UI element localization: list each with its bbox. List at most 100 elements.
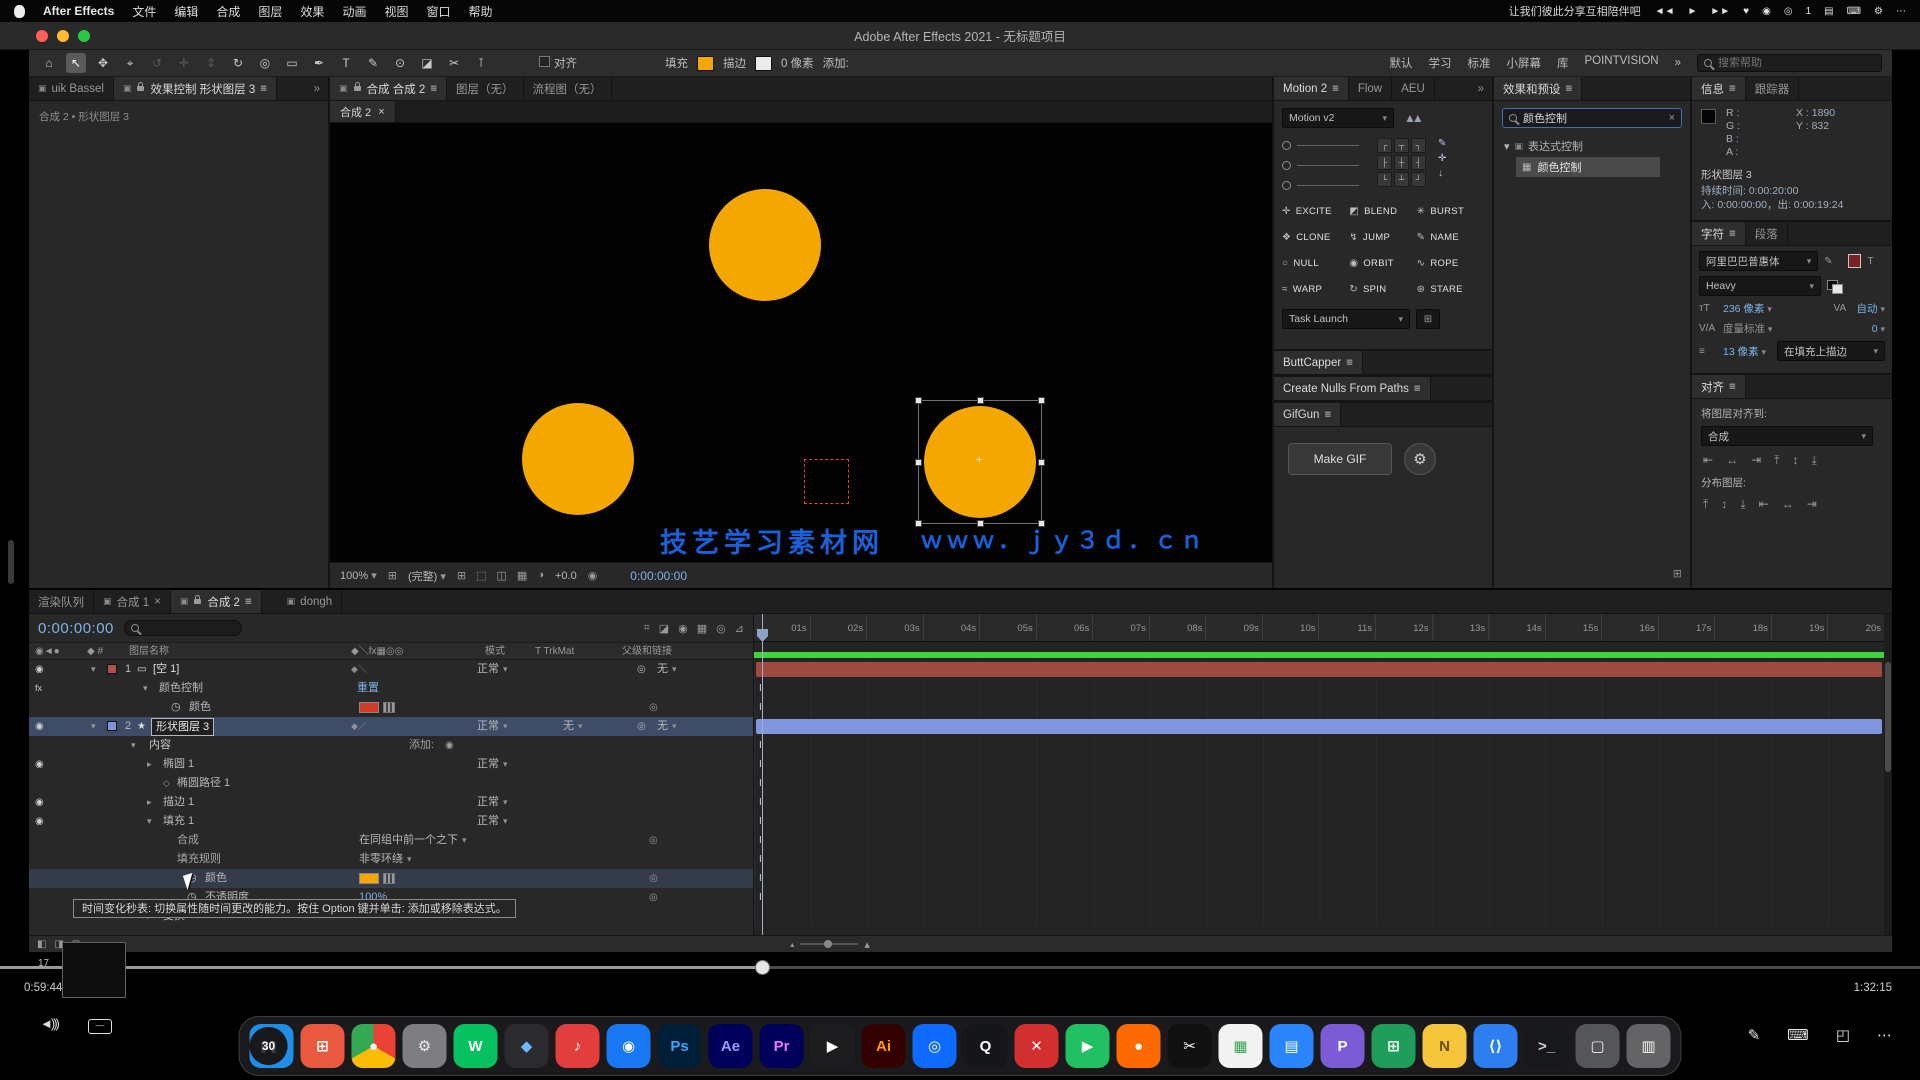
parent-select[interactable]: 无▾	[657, 717, 677, 736]
dock-wechat[interactable]: W	[454, 1024, 498, 1068]
viewer-timecode[interactable]: 0:00:00:00	[630, 569, 687, 583]
roto-brush-tool[interactable]: ✂	[444, 53, 464, 73]
dist-left-icon[interactable]: ⇤	[1759, 497, 1769, 512]
stroke-color-swatch[interactable]	[755, 56, 772, 71]
dock-photoshop[interactable]: Ps	[658, 1024, 702, 1068]
menubar-menu-item[interactable]: 文件	[132, 3, 156, 20]
align-right-icon[interactable]: ⇥	[1751, 453, 1761, 468]
dock-orange-app[interactable]: ●	[1117, 1024, 1161, 1068]
tab-render-queue[interactable]: 渲染队列	[29, 590, 94, 613]
layer-row-shape3[interactable]: ◉ ▾ 2 ★ 形状图层 3 ◆／ 正常▾ 无▾ ◎ 无▾	[29, 717, 753, 736]
dist-top-icon[interactable]: ⤒	[1703, 497, 1708, 512]
layer-name-edit[interactable]: 形状图层 3	[151, 718, 214, 736]
panel-menu-icon[interactable]: ≡	[1566, 83, 1573, 95]
timeline-search-input[interactable]	[144, 621, 234, 636]
timeline-search-box[interactable]	[124, 620, 242, 636]
composite-select[interactable]: 在同组中前一个之下▾	[359, 831, 467, 850]
panel-overflow-icon[interactable]: »	[314, 83, 320, 95]
tab-comp1[interactable]: ▣合成 1×	[94, 590, 171, 613]
group-name[interactable]: 填充 1	[163, 812, 194, 831]
presets-search-box[interactable]: ×	[1502, 108, 1682, 128]
comp-viewer-tab[interactable]: 合成 2×	[330, 101, 396, 122]
trkmat-select[interactable]: 无▾	[563, 717, 583, 736]
clone-button[interactable]: ❖CLONE	[1282, 232, 1349, 243]
dock-music[interactable]: ♪	[556, 1024, 600, 1068]
preset-group-row[interactable]: ▾▣表达式控制	[1494, 135, 1690, 157]
gifgun-settings-button[interactable]: ⚙	[1404, 443, 1436, 475]
dock-blue-app[interactable]: ◉	[607, 1024, 651, 1068]
tab-flowchart[interactable]: 流程图（无）	[524, 77, 612, 100]
camera-icon[interactable]: ◎	[1784, 6, 1793, 17]
panel-menu-icon[interactable]: ≡	[1729, 83, 1736, 95]
tab-tracker[interactable]: 跟踪器	[1746, 77, 1800, 100]
anchor-grid-button[interactable]: ┬	[1394, 138, 1409, 153]
layer-row-null[interactable]: ◉ ▾ 1 ▭ [空 1] ◆＼ 正常▾ ◎ 无▾	[29, 660, 753, 679]
label-color-chip[interactable]	[107, 664, 117, 674]
name-button[interactable]: ✎NAME	[1417, 232, 1484, 243]
group-name[interactable]: 描边 1	[163, 793, 194, 812]
record-icon[interactable]: ◉	[1762, 6, 1771, 17]
menubar-menu-item[interactable]: 合成	[216, 3, 240, 20]
tab-buttcapper[interactable]: ButtCapper≡	[1274, 351, 1363, 374]
property-row-composite[interactable]: 合成 在同组中前一个之下▾ ◎	[29, 831, 753, 850]
stopwatch-icon[interactable]: ◷	[171, 698, 181, 717]
snap-toggle[interactable]: 对齐	[539, 55, 577, 71]
twirl-icon[interactable]: ▸	[147, 793, 152, 812]
shrink-icon[interactable]: ◰	[1836, 1026, 1850, 1044]
work-area-bar[interactable]	[754, 652, 1885, 658]
dock-illustrator[interactable]: Ai	[862, 1024, 906, 1068]
shy-layers-icon[interactable]: ◉	[678, 622, 688, 635]
shape-path-row[interactable]: ◇ 椭圆路径 1	[29, 774, 753, 793]
motion-version-select[interactable]: Motion v2▾	[1282, 108, 1394, 128]
search-help-input[interactable]	[1718, 57, 1858, 69]
transparency-grid-icon[interactable]: ▦	[517, 569, 527, 582]
align-center-h-icon[interactable]: ↔	[1726, 453, 1738, 468]
layer-bar-shape3[interactable]	[756, 719, 1882, 734]
clear-search-icon[interactable]: ×	[1669, 112, 1675, 124]
font-family-select[interactable]: 阿里巴巴普惠体▾	[1699, 251, 1818, 271]
tab-character[interactable]: 字符≡	[1692, 222, 1746, 245]
dock-display-app[interactable]: ▢	[1576, 1024, 1620, 1068]
property-row-fill-rule[interactable]: 填充规则 非零环绕▾	[29, 850, 753, 869]
menubar-app-name[interactable]: After Effects	[43, 4, 114, 18]
workspace-overflow-icon[interactable]: »	[1675, 57, 1681, 69]
shape-group-row-ellipse[interactable]: ◉ ▸ 椭圆 1 正常▾	[29, 755, 753, 774]
dock-sheets-app[interactable]: ⊞	[1372, 1024, 1416, 1068]
dist-right-icon[interactable]: ⇥	[1807, 497, 1817, 512]
anchor-grid-button[interactable]: ┌	[1377, 138, 1392, 153]
menubar-menu-item[interactable]: 效果	[300, 3, 324, 20]
excite-button[interactable]: ✛EXCITE	[1282, 206, 1349, 217]
panel-menu-icon[interactable]: ≡	[1346, 357, 1353, 369]
close-icon[interactable]: ×	[154, 596, 161, 608]
panel-menu-icon[interactable]: ≡	[245, 596, 252, 608]
selection-tool[interactable]: ↖	[66, 53, 86, 73]
blend-mode-select[interactable]: 正常▾	[477, 717, 508, 736]
dolly-camera-tool[interactable]: ⇕	[201, 53, 221, 73]
blend-mode-select[interactable]: 正常▾	[477, 793, 508, 812]
dock-meeting[interactable]: ◎	[913, 1024, 957, 1068]
preset-item-color-control[interactable]: ▦颜色控制	[1516, 157, 1660, 177]
timeline-vertical-scrollbar[interactable]	[1884, 614, 1892, 935]
expression-pickwhip-icon[interactable]: ◎	[649, 869, 658, 888]
dock-docs-app[interactable]: ▤	[1270, 1024, 1314, 1068]
tab-motion[interactable]: Motion 2≡	[1274, 77, 1349, 100]
anchor-grid-button[interactable]: ┘	[1411, 172, 1426, 187]
search-help-box[interactable]	[1697, 54, 1882, 72]
dock-player-app[interactable]: ▶	[811, 1024, 855, 1068]
anchor-side-button[interactable]: ✛	[1438, 153, 1446, 164]
reset-link[interactable]: 重置	[357, 679, 379, 698]
region-of-interest-icon[interactable]: ◫	[497, 569, 507, 582]
stroke-group-row[interactable]: ◉ ▸ 描边 1 正常▾	[29, 793, 753, 812]
menubar-menu-item[interactable]: 图层	[258, 3, 282, 20]
align-to-select[interactable]: 合成▾	[1701, 426, 1873, 446]
kerning-value[interactable]: 度量标准 ▾	[1723, 321, 1772, 336]
anchor-grid-button[interactable]: ┤	[1411, 155, 1426, 170]
control-center-icon[interactable]: ⚙	[1874, 6, 1883, 17]
panel-resize-icon[interactable]: ⊞	[1673, 567, 1682, 580]
align-bottom-icon[interactable]: ⤓	[1811, 453, 1816, 468]
align-center-v-icon[interactable]: ↕	[1792, 453, 1798, 468]
color-picker-icon[interactable]	[383, 702, 395, 713]
tab-comp2[interactable]: ▣合成 2≡	[171, 590, 262, 613]
blend-button[interactable]: ◩BLEND	[1349, 206, 1416, 217]
color-picker-icon[interactable]	[383, 873, 395, 884]
